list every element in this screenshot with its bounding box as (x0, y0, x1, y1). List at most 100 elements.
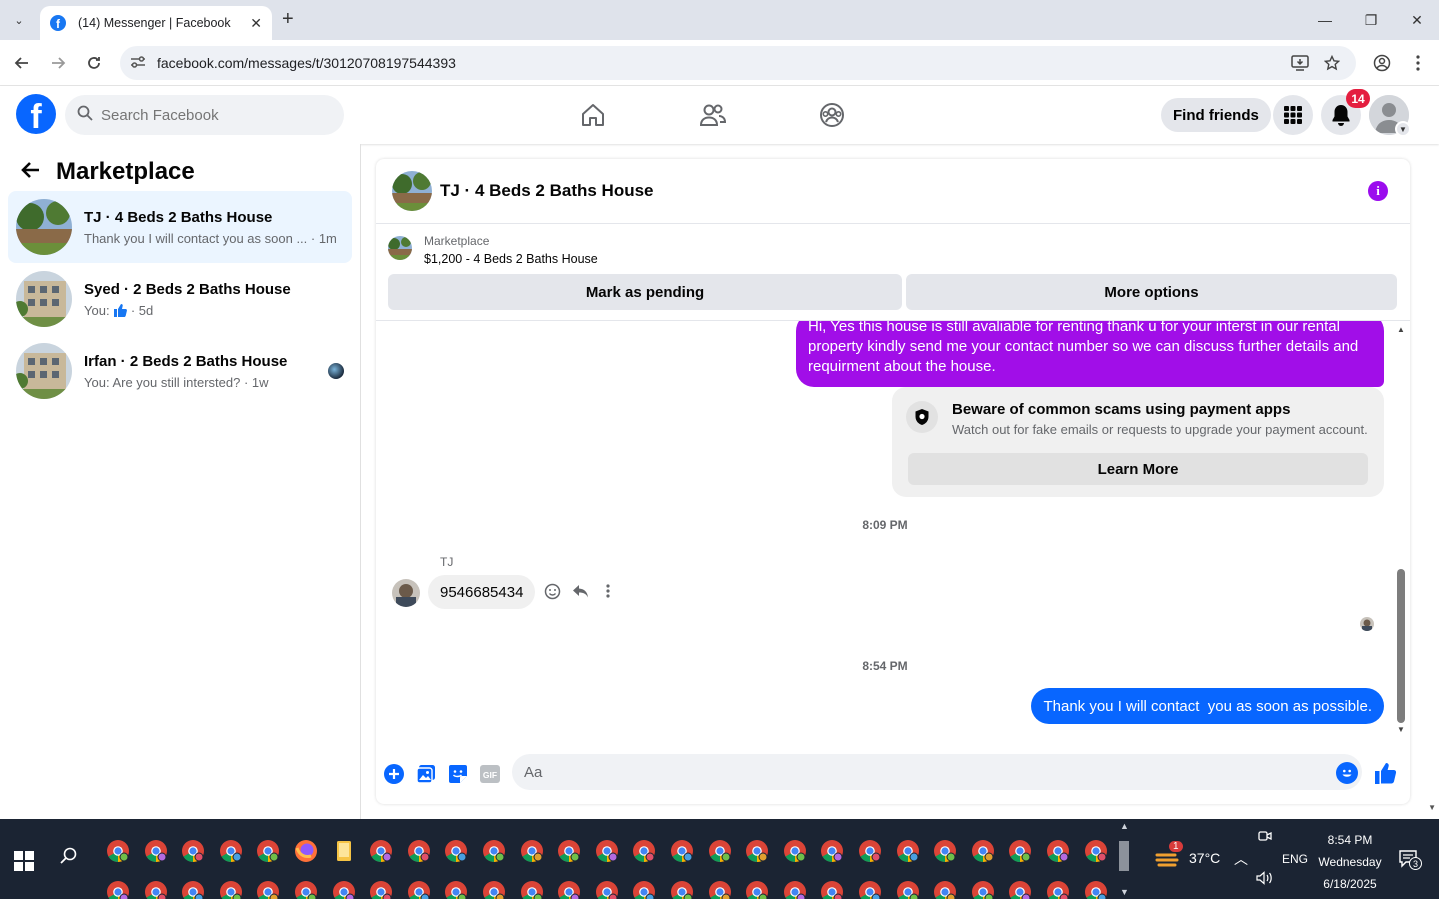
show-hidden-icons-chevron-icon[interactable]: ︿ (1234, 849, 1248, 869)
chrome-app-icon[interactable] (1084, 880, 1108, 899)
chrome-app-icon[interactable] (369, 880, 393, 899)
chrome-app-icon[interactable] (820, 880, 844, 899)
chrome-app-icon[interactable] (219, 880, 243, 899)
chrome-app-icon[interactable] (783, 880, 807, 899)
chrome-app-icon[interactable] (820, 839, 844, 863)
taskbar-scroll-up-icon[interactable]: ▲ (1120, 821, 1129, 831)
address-bar[interactable]: facebook.com/messages/t/3012070819754439… (120, 46, 1356, 80)
message-input[interactable] (512, 754, 1362, 790)
chrome-app-icon[interactable] (520, 880, 544, 899)
message-scrollbar[interactable]: ▲ ▼ (1396, 325, 1406, 735)
conversation-item-irfan[interactable]: Irfan · 2 Beds 2 Baths House You: Are yo… (8, 335, 352, 407)
chrome-app-icon[interactable] (1046, 839, 1070, 863)
menu-grid-icon[interactable] (1273, 95, 1313, 135)
language-indicator[interactable]: ENG (1282, 852, 1308, 866)
friends-icon[interactable] (698, 100, 728, 130)
install-app-icon[interactable] (1289, 52, 1311, 74)
chrome-app-icon[interactable] (332, 880, 356, 899)
more-options-button[interactable]: More options (906, 274, 1397, 310)
more-actions-icon[interactable] (598, 581, 618, 601)
chrome-app-icon[interactable] (1008, 839, 1032, 863)
chrome-app-icon[interactable] (933, 880, 957, 899)
close-window-button[interactable]: ✕ (1397, 6, 1437, 34)
chat-avatar[interactable] (392, 171, 432, 211)
chrome-app-icon[interactable] (557, 880, 581, 899)
page-scroll-down-icon[interactable]: ▼ (1428, 803, 1436, 812)
chrome-app-icon[interactable] (181, 839, 205, 863)
chrome-app-icon[interactable] (858, 839, 882, 863)
volume-icon[interactable] (1256, 871, 1274, 888)
chrome-app-icon[interactable] (708, 880, 732, 899)
chrome-app-icon[interactable] (745, 880, 769, 899)
bookmark-star-icon[interactable] (1321, 52, 1343, 74)
listing-thumbnail[interactable] (388, 236, 412, 260)
reply-icon[interactable] (570, 581, 590, 601)
conversation-item-tj[interactable]: TJ · 4 Beds 2 Baths House Thank you I wi… (8, 191, 352, 263)
action-center-icon[interactable]: 3 (1398, 849, 1422, 870)
system-clock[interactable]: 8:54 PM Wednesday 6/18/2025 (1312, 829, 1388, 895)
chrome-app-icon[interactable] (632, 880, 656, 899)
chrome-app-icon[interactable] (482, 839, 506, 863)
browser-menu-icon[interactable] (1407, 52, 1429, 74)
learn-more-button[interactable]: Learn More (908, 453, 1368, 485)
reload-icon[interactable] (83, 52, 105, 74)
chrome-app-icon[interactable] (482, 880, 506, 899)
like-thumbs-up-icon[interactable] (1374, 761, 1398, 785)
outgoing-message[interactable]: Thank you I will contact you as soon as … (1031, 688, 1384, 724)
find-friends-button[interactable]: Find friends (1161, 98, 1271, 132)
chrome-app-icon[interactable] (858, 880, 882, 899)
home-icon[interactable] (578, 100, 608, 130)
chrome-app-icon[interactable] (896, 839, 920, 863)
mark-as-pending-button[interactable]: Mark as pending (388, 274, 902, 310)
facebook-logo[interactable]: f (16, 94, 56, 134)
chrome-app-icon[interactable] (557, 839, 581, 863)
back-arrow-icon[interactable] (20, 158, 40, 186)
chrome-app-icon[interactable] (407, 880, 431, 899)
back-arrow-icon[interactable] (11, 52, 33, 74)
chrome-app-icon[interactable] (106, 839, 130, 863)
facebook-search[interactable] (65, 95, 344, 135)
chrome-app-icon[interactable] (144, 880, 168, 899)
outgoing-message[interactable]: Hi, Yes this house is still avaliable fo… (796, 321, 1384, 387)
emoji-icon[interactable] (1336, 762, 1358, 784)
info-icon[interactable]: i (1368, 181, 1388, 201)
chrome-app-icon[interactable] (181, 880, 205, 899)
groups-icon[interactable] (817, 100, 847, 130)
forward-arrow-icon[interactable] (47, 52, 69, 74)
listing-title[interactable]: $1,200 - 4 Beds 2 Baths House (424, 252, 598, 266)
browser-tab[interactable]: f (14) Messenger | Facebook ✕ (40, 6, 272, 40)
chrome-app-icon[interactable] (294, 880, 318, 899)
windows-start-icon[interactable] (14, 851, 34, 871)
chrome-app-icon[interactable] (106, 880, 130, 899)
new-tab-button[interactable]: + (282, 8, 294, 31)
search-input[interactable] (101, 106, 321, 124)
react-emoji-icon[interactable] (542, 581, 562, 601)
tab-search-chevron-icon[interactable]: ⌄ (6, 8, 32, 32)
minimize-button[interactable]: — (1305, 6, 1345, 34)
taskbar-scroll-down-icon[interactable]: ▼ (1120, 887, 1129, 897)
chrome-app-icon[interactable] (783, 839, 807, 863)
chrome-app-icon[interactable] (407, 839, 431, 863)
chat-title[interactable]: TJ · 4 Beds 2 Baths House (440, 181, 654, 201)
taskbar-scroll-thumb[interactable] (1119, 841, 1129, 871)
file-explorer-icon[interactable] (332, 839, 356, 863)
weather-widget[interactable]: 1 37°C (1155, 841, 1220, 869)
chrome-app-icon[interactable] (896, 880, 920, 899)
chrome-app-icon[interactable] (1008, 880, 1032, 899)
chrome-app-icon[interactable] (256, 839, 280, 863)
chrome-app-icon[interactable] (520, 839, 544, 863)
chrome-app-icon[interactable] (971, 880, 995, 899)
chrome-app-icon[interactable] (933, 839, 957, 863)
conversation-item-syed[interactable]: Syed · 2 Beds 2 Baths House You: · 5d (8, 263, 352, 335)
chrome-app-icon[interactable] (745, 839, 769, 863)
chrome-app-icon[interactable] (444, 839, 468, 863)
chrome-app-icon[interactable] (256, 880, 280, 899)
chrome-app-icon[interactable] (144, 839, 168, 863)
scroll-up-icon[interactable]: ▲ (1396, 325, 1406, 334)
taskbar-search-icon[interactable] (60, 847, 78, 870)
taskbar-strip-scroll[interactable]: ▲ ▼ (1118, 821, 1132, 897)
account-chevron-down-icon[interactable]: ▼ (1395, 121, 1411, 137)
chrome-app-icon[interactable] (1084, 839, 1108, 863)
incoming-message[interactable]: 9546685434 (428, 575, 536, 609)
chrome-app-icon[interactable] (632, 839, 656, 863)
